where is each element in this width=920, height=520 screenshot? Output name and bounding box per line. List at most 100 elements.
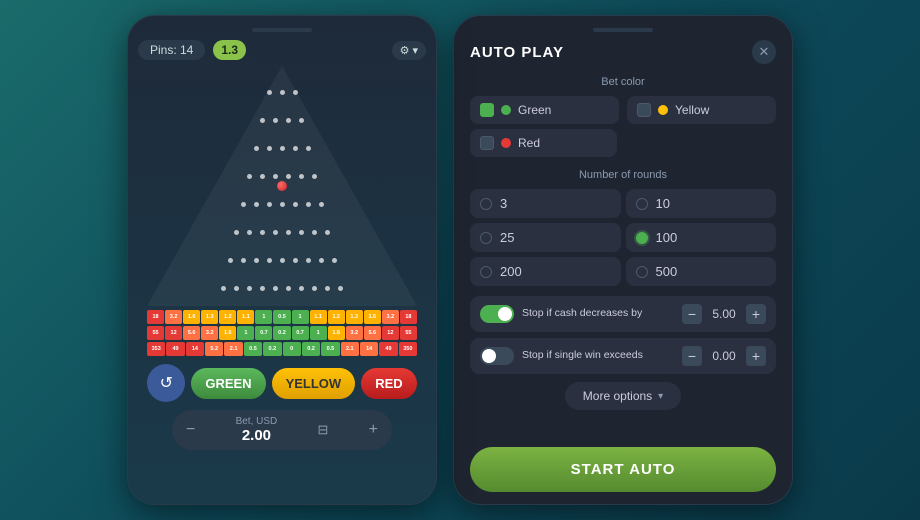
- settings-button[interactable]: ⚙ ▾: [392, 41, 426, 60]
- dot: [280, 258, 285, 263]
- rounds-label: Number of rounds: [470, 169, 776, 181]
- dot: [293, 90, 298, 95]
- autoplay-title: AUTO PLAY: [470, 44, 564, 61]
- cash-minus-button[interactable]: −: [682, 304, 702, 324]
- round-option-25[interactable]: 25: [470, 223, 621, 252]
- phone-header: Pins: 14 1.3 ⚙ ▾: [138, 40, 426, 60]
- score-cell: 5.6: [183, 326, 200, 340]
- dot: [293, 202, 298, 207]
- score-cell: 12: [165, 326, 182, 340]
- color-option-green[interactable]: Green: [470, 96, 619, 124]
- score-cell: 1.6: [219, 326, 236, 340]
- dot: [319, 202, 324, 207]
- dot: [260, 174, 265, 179]
- round-label-500: 500: [656, 264, 678, 279]
- minus-button[interactable]: −: [186, 421, 195, 439]
- score-cell: 1: [255, 310, 272, 324]
- dot: [260, 118, 265, 123]
- score-cell: 0.7: [292, 326, 309, 340]
- dot: [306, 258, 311, 263]
- refresh-button[interactable]: ↺: [147, 364, 185, 402]
- toggle-thumb-win: [482, 349, 496, 363]
- green-bet-button[interactable]: GREEN: [191, 368, 265, 399]
- win-plus-button[interactable]: +: [746, 346, 766, 366]
- yellow-checkbox[interactable]: [637, 103, 651, 117]
- green-checkbox[interactable]: [480, 103, 494, 117]
- score-cell: 49: [166, 342, 184, 356]
- round-option-200[interactable]: 200: [470, 257, 621, 286]
- red-bet-button[interactable]: RED: [361, 368, 416, 399]
- dot-row-8: [217, 286, 347, 291]
- dot-row-2: [256, 118, 308, 123]
- dot: [286, 230, 291, 235]
- color-option-yellow[interactable]: Yellow: [627, 96, 776, 124]
- dot: [312, 286, 317, 291]
- color-option-red[interactable]: Red: [470, 129, 617, 157]
- start-auto-button[interactable]: START AUTO: [470, 447, 776, 492]
- dot: [286, 286, 291, 291]
- dot: [241, 202, 246, 207]
- score-cell: 3.2: [165, 310, 182, 324]
- score-cell: 1.6: [183, 310, 200, 324]
- score-cell: 1.3: [346, 310, 363, 324]
- round-option-500[interactable]: 500: [626, 257, 777, 286]
- dot: [280, 146, 285, 151]
- win-toggle[interactable]: [480, 347, 514, 365]
- dot-row-3: [250, 146, 315, 151]
- score-cell: 0.7: [255, 326, 272, 340]
- score-cell: 1.6: [328, 326, 345, 340]
- color-row-top: Green Yellow: [470, 96, 776, 124]
- score-cell: 18: [400, 310, 417, 324]
- win-minus-button[interactable]: −: [682, 346, 702, 366]
- rounds-section: Number of rounds 3 10 25 100: [454, 169, 792, 286]
- plus-button[interactable]: +: [369, 421, 378, 439]
- dot-row-4: [243, 174, 321, 179]
- round-radio-200[interactable]: [480, 266, 492, 278]
- cash-toggle[interactable]: [480, 305, 514, 323]
- rounds-grid: 3 10 25 100 200: [470, 189, 776, 286]
- round-option-100[interactable]: 100: [626, 223, 777, 252]
- round-radio-3[interactable]: [480, 198, 492, 210]
- score-cell: 0.2: [302, 342, 320, 356]
- score-cell: 353: [147, 342, 165, 356]
- score-cell: 5.2: [205, 342, 223, 356]
- close-icon: ✕: [759, 44, 770, 60]
- dot: [267, 258, 272, 263]
- score-cell: 55: [147, 326, 164, 340]
- score-cell: 0.5: [244, 342, 262, 356]
- round-label-25: 25: [500, 230, 514, 245]
- round-radio-10[interactable]: [636, 198, 648, 210]
- dot: [293, 258, 298, 263]
- bet-color-label: Bet color: [470, 76, 776, 88]
- score-row-3: 353 49 14 5.2 2.1 0.5 0.2 0 0.2 0.5 2.1 …: [147, 342, 417, 356]
- round-radio-500[interactable]: [636, 266, 648, 278]
- dot: [280, 202, 285, 207]
- dot: [306, 146, 311, 151]
- dot-row-5: [237, 202, 328, 207]
- cash-plus-button[interactable]: +: [746, 304, 766, 324]
- round-radio-25[interactable]: [480, 232, 492, 244]
- stop-row-cash: Stop if cash decreases by − 5.00 +: [470, 296, 776, 332]
- round-radio-100[interactable]: [636, 232, 648, 244]
- phone-notch: [252, 28, 312, 32]
- bet-color-section: Bet color Green Yellow: [454, 76, 792, 157]
- plinko-board: [147, 66, 417, 306]
- dot-row-7: [224, 258, 341, 263]
- yellow-bet-button[interactable]: YELLOW: [272, 368, 356, 399]
- dot: [319, 258, 324, 263]
- close-button[interactable]: ✕: [752, 40, 776, 64]
- dot: [273, 230, 278, 235]
- dot: [286, 174, 291, 179]
- round-option-3[interactable]: 3: [470, 189, 621, 218]
- dot-row-6: [230, 230, 334, 235]
- score-cell: 55: [400, 326, 417, 340]
- bet-buttons: ↺ GREEN YELLOW RED: [147, 364, 416, 402]
- score-cell: 18: [147, 310, 164, 324]
- round-option-10[interactable]: 10: [626, 189, 777, 218]
- red-checkbox[interactable]: [480, 136, 494, 150]
- bet-label: Bet, USD: [236, 416, 278, 427]
- score-cell: 12: [382, 326, 399, 340]
- score-cell: 1.2: [219, 310, 236, 324]
- more-options-button[interactable]: More options ▾: [565, 382, 681, 410]
- green-option-label: Green: [518, 103, 551, 117]
